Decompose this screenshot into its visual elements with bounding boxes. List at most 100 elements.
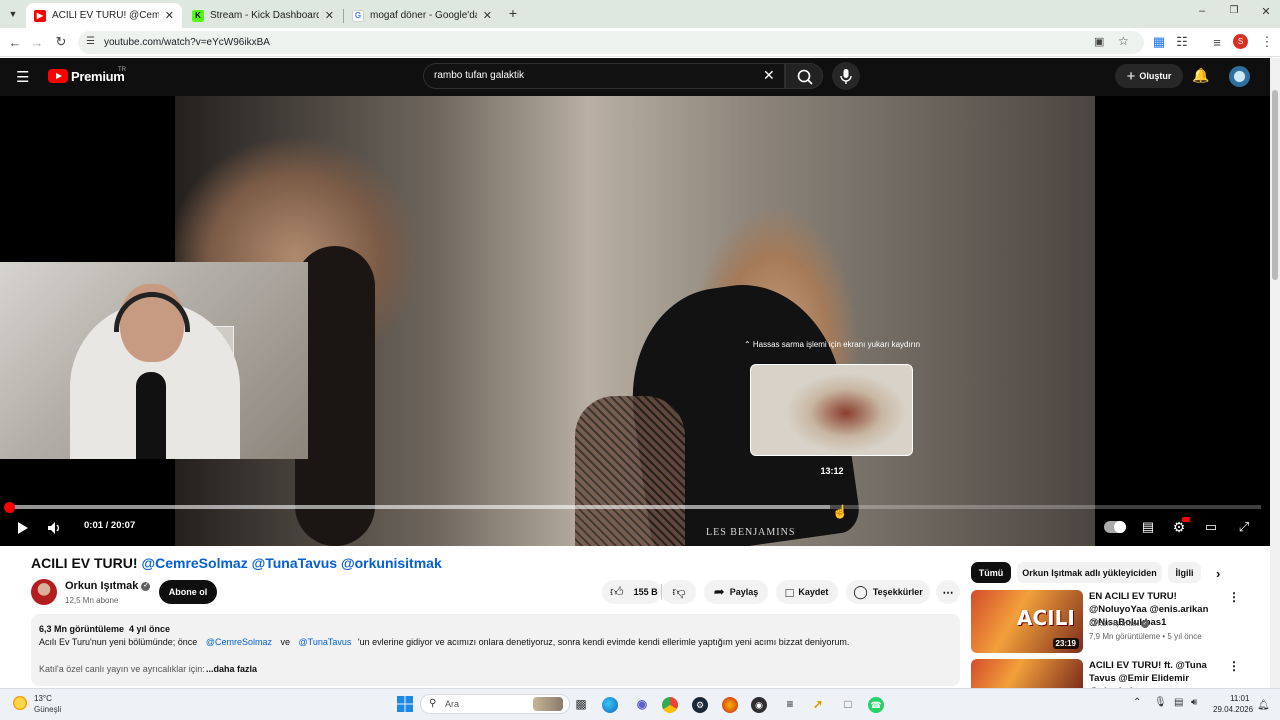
autoplay-toggle[interactable] bbox=[1104, 521, 1126, 533]
tab-kick[interactable]: K Stream - Kick Dashboard ✕ bbox=[184, 3, 342, 28]
progress-hover-fill bbox=[9, 505, 831, 509]
minimize-icon[interactable]: – bbox=[1194, 5, 1210, 21]
game-launcher-icon[interactable] bbox=[722, 697, 738, 713]
tray-network-icon[interactable]: ▤ bbox=[1174, 697, 1183, 708]
voice-search-button[interactable] bbox=[832, 62, 860, 90]
profile-avatar[interactable]: S bbox=[1233, 34, 1248, 49]
tab-youtube[interactable]: ▶ ACILI EV TURU! @CemreSolma... ✕ bbox=[26, 3, 182, 28]
extensions-puzzle-icon[interactable]: ☷ bbox=[1173, 33, 1191, 51]
bolt-app-icon[interactable]: ➚ bbox=[808, 695, 828, 713]
forward-arrow-icon[interactable]: → bbox=[28, 33, 46, 51]
install-app-icon[interactable]: ▣ bbox=[1094, 35, 1104, 48]
theater-mode-icon[interactable]: ▭ bbox=[1202, 518, 1220, 536]
youtube-logo-icon[interactable] bbox=[48, 69, 68, 83]
taskbar-date: 29.04.2026 bbox=[1213, 705, 1254, 714]
mute-button[interactable] bbox=[44, 518, 66, 538]
like-button[interactable]: 👍︎ 155 B bbox=[602, 580, 661, 604]
search-input[interactable]: rambo tufan galaktik ✕ bbox=[423, 63, 785, 89]
app-icon[interactable]: ≡ bbox=[780, 695, 800, 713]
tray-volume-icon[interactable]: 🔊︎ bbox=[1191, 697, 1197, 708]
media-queue-icon[interactable]: ≡ bbox=[1208, 33, 1226, 51]
fullscreen-icon[interactable]: ⤢ bbox=[1235, 518, 1253, 536]
weather-temp[interactable]: 13°C bbox=[34, 694, 52, 703]
volume-icon bbox=[48, 522, 60, 534]
show-more-link[interactable]: ...daha fazla bbox=[206, 664, 257, 674]
kebab-menu-icon[interactable]: ⋮ bbox=[1228, 590, 1240, 604]
tab-search-icon[interactable]: ▼ bbox=[6, 7, 20, 21]
file-explorer-icon[interactable]: ▩ bbox=[571, 695, 591, 713]
taskbar-search[interactable]: ⚲ Ara bbox=[420, 694, 570, 714]
subtitles-icon[interactable]: ▤ bbox=[1139, 518, 1157, 536]
mention-link[interactable]: @TunaTavus bbox=[299, 637, 352, 647]
video-content-shape bbox=[575, 396, 685, 546]
clear-search-icon[interactable]: ✕ bbox=[763, 67, 775, 84]
search-icon: ⚲ bbox=[429, 698, 437, 709]
steam-icon[interactable]: ⚙ bbox=[692, 697, 708, 713]
scrollbar-thumb[interactable] bbox=[1272, 90, 1278, 280]
channel-avatar[interactable] bbox=[31, 579, 57, 605]
settings-gear-icon[interactable]: ⚙ bbox=[1170, 517, 1190, 536]
related-channel[interactable]: Orkun Işıtmak ✓ bbox=[1089, 619, 1150, 628]
filter-chip-related[interactable]: İlgili bbox=[1168, 562, 1201, 583]
close-icon[interactable]: ✕ bbox=[165, 9, 174, 22]
back-arrow-icon[interactable]: ← bbox=[6, 33, 24, 51]
recycle-bin-icon[interactable]: □ bbox=[838, 695, 858, 713]
restore-icon[interactable]: ❐ bbox=[1226, 5, 1242, 21]
scrubber-handle[interactable] bbox=[4, 502, 15, 513]
address-bar[interactable]: ☰ youtube.com/watch?v=eYcW96ikxBA ▣ ☆ bbox=[78, 31, 1144, 54]
extension-badge-icon[interactable]: ▦ bbox=[1150, 33, 1168, 51]
tray-mic-icon[interactable]: 🎙︎ bbox=[1154, 697, 1167, 708]
taskbar-clock[interactable]: 11:01 bbox=[1230, 694, 1249, 703]
kebab-menu-icon[interactable]: ⋮ bbox=[1228, 659, 1240, 673]
related-thumbnail[interactable] bbox=[971, 659, 1083, 688]
description-line: Acılı Ev Turu'nun yeni bölümünde; önce @… bbox=[39, 637, 849, 647]
reload-icon[interactable]: ↻ bbox=[52, 33, 70, 51]
hd-badge bbox=[1182, 517, 1190, 522]
related-meta: 7,9 Mn görüntüleme • 5 yıl önce bbox=[1089, 632, 1202, 641]
edge-browser-icon[interactable] bbox=[602, 697, 618, 713]
obs-icon[interactable]: ◉ bbox=[751, 697, 767, 713]
site-info-icon[interactable]: ☰ bbox=[86, 36, 95, 47]
window-close-icon[interactable]: ✕ bbox=[1258, 5, 1274, 21]
filter-chip-all[interactable]: Tümü bbox=[971, 562, 1011, 583]
seek-preview-time: 13:12 bbox=[820, 466, 844, 476]
thanks-label: Teşekkürler bbox=[872, 587, 923, 597]
share-button[interactable]: ➦ Paylaş bbox=[704, 580, 768, 604]
more-actions-button[interactable]: ⋯ bbox=[936, 580, 960, 604]
thanks-button[interactable]: ◯ Teşekkürler bbox=[846, 580, 930, 604]
tray-chevron-up-icon[interactable]: ⌃ bbox=[1133, 697, 1141, 708]
windows-start-icon[interactable] bbox=[395, 695, 415, 713]
notifications-bell-icon[interactable]: 🔔 bbox=[1192, 67, 1209, 84]
related-thumbnail[interactable]: ACILI 23:19 bbox=[971, 590, 1083, 653]
save-button[interactable]: □ Kaydet bbox=[776, 580, 838, 604]
dislike-button[interactable]: 👎︎ bbox=[662, 580, 696, 604]
video-frame bbox=[175, 96, 1095, 546]
filter-chip-uploader[interactable]: Orkun Işıtmak adlı yükleyiciden bbox=[1017, 562, 1162, 583]
mic-icon bbox=[840, 69, 852, 84]
tab-google[interactable]: G mogaf döner - Google'da Ara ✕ bbox=[344, 3, 500, 28]
close-icon[interactable]: ✕ bbox=[325, 9, 334, 22]
chevron-right-icon[interactable]: › bbox=[1216, 566, 1220, 581]
teams-icon[interactable]: ◉ bbox=[632, 695, 652, 713]
chrome-icon[interactable] bbox=[662, 697, 678, 713]
play-button[interactable] bbox=[12, 518, 32, 538]
browser-menu-icon[interactable]: ⋮ bbox=[1258, 33, 1276, 51]
verified-badge-icon: ✓ bbox=[141, 581, 151, 591]
account-avatar[interactable] bbox=[1229, 66, 1250, 87]
whatsapp-icon[interactable]: ☎ bbox=[868, 697, 884, 713]
bookmark-icon: □ bbox=[785, 584, 794, 600]
description-box[interactable] bbox=[31, 614, 960, 686]
mention-link[interactable]: @CemreSolmaz bbox=[206, 637, 272, 647]
search-button[interactable] bbox=[785, 63, 823, 89]
hamburger-menu-icon[interactable]: ☰ bbox=[16, 68, 29, 86]
video-title-tags[interactable]: @CemreSolmaz @TunaTavus @orkunisitmak bbox=[141, 555, 441, 571]
new-tab-plus-icon[interactable]: + bbox=[505, 5, 521, 21]
create-button[interactable]: + Oluştur bbox=[1115, 64, 1183, 88]
notification-bell-icon[interactable]: 🔔︎ bbox=[1257, 700, 1270, 711]
bookmark-star-icon[interactable]: ☆ bbox=[1118, 34, 1129, 48]
channel-name[interactable]: Orkun Işıtmak ✓ bbox=[65, 580, 151, 592]
subscribe-button[interactable]: Abone ol bbox=[159, 580, 217, 604]
video-player[interactable]: ⌃ Hassas sarma işlemi için ekranı yukarı… bbox=[0, 96, 1270, 546]
close-icon[interactable]: ✕ bbox=[483, 9, 492, 22]
search-query-text: rambo tufan galaktik bbox=[434, 70, 525, 81]
